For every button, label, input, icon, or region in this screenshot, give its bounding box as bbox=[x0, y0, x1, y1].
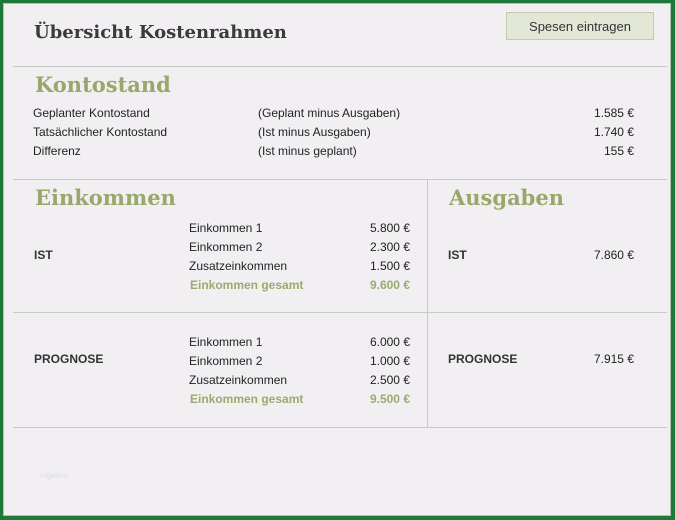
kontostand-row-note: (Geplant minus Ausgaben) bbox=[258, 106, 401, 120]
income-total-label: Einkommen gesamt bbox=[190, 278, 304, 292]
income-item-label: Einkommen 2 bbox=[189, 240, 263, 254]
page-title: Übersicht Kostenrahmen bbox=[34, 22, 287, 43]
income-item-label: Zusatzeinkommen bbox=[189, 259, 288, 273]
divider bbox=[13, 179, 667, 180]
income-item-value: 6.000 € bbox=[369, 335, 410, 349]
ausgaben-ist-label: IST bbox=[448, 248, 467, 262]
ausgaben-heading: Ausgaben bbox=[449, 185, 564, 210]
einkommen-ist-label: IST bbox=[34, 248, 53, 262]
kontostand-row-note: (Ist minus geplant) bbox=[258, 144, 357, 158]
einkommen-prognose-label: PROGNOSE bbox=[34, 352, 104, 366]
income-total-label: Einkommen gesamt bbox=[190, 392, 304, 406]
spesen-eintragen-button[interactable]: Spesen eintragen bbox=[506, 12, 654, 40]
kontostand-heading: Kontostand bbox=[35, 72, 171, 97]
income-item-value: 2.300 € bbox=[369, 240, 410, 254]
income-item-value: 5.800 € bbox=[369, 221, 410, 235]
income-item-value: 2.500 € bbox=[369, 373, 410, 387]
ausgaben-prognose-value: 7.915 € bbox=[593, 352, 634, 366]
kontostand-row-value: 155 € bbox=[603, 144, 634, 158]
divider bbox=[13, 66, 667, 67]
income-item-value: 1.500 € bbox=[369, 259, 410, 273]
kontostand-row-value: 1.740 € bbox=[593, 125, 634, 139]
ausgaben-ist-value: 7.860 € bbox=[593, 248, 634, 262]
kontostand-row-label: Geplanter Kontostand bbox=[33, 106, 150, 120]
income-item-label: Einkommen 1 bbox=[189, 221, 263, 235]
kontostand-row-value: 1.585 € bbox=[593, 106, 634, 120]
divider bbox=[13, 312, 667, 313]
kontostand-row-label: Differenz bbox=[33, 144, 81, 158]
income-total-value: 9.600 € bbox=[369, 278, 410, 292]
kontostand-row-label: Tatsächlicher Kontostand bbox=[33, 125, 168, 139]
income-item-label: Zusatzeinkommen bbox=[189, 373, 288, 387]
ausgaben-prognose-label: PROGNOSE bbox=[448, 352, 518, 366]
divider bbox=[13, 427, 667, 428]
einkommen-heading: Einkommen bbox=[35, 185, 176, 210]
income-item-label: Einkommen 1 bbox=[189, 335, 263, 349]
watermark: mgvexn bbox=[40, 471, 69, 480]
income-item-value: 1.000 € bbox=[369, 354, 410, 368]
income-total-value: 9.500 € bbox=[369, 392, 410, 406]
income-item-label: Einkommen 2 bbox=[189, 354, 263, 368]
column-divider bbox=[427, 179, 428, 427]
kontostand-row-note: (Ist minus Ausgaben) bbox=[258, 125, 371, 139]
overview-panel: Übersicht Kostenrahmen Spesen eintragen … bbox=[3, 3, 671, 516]
